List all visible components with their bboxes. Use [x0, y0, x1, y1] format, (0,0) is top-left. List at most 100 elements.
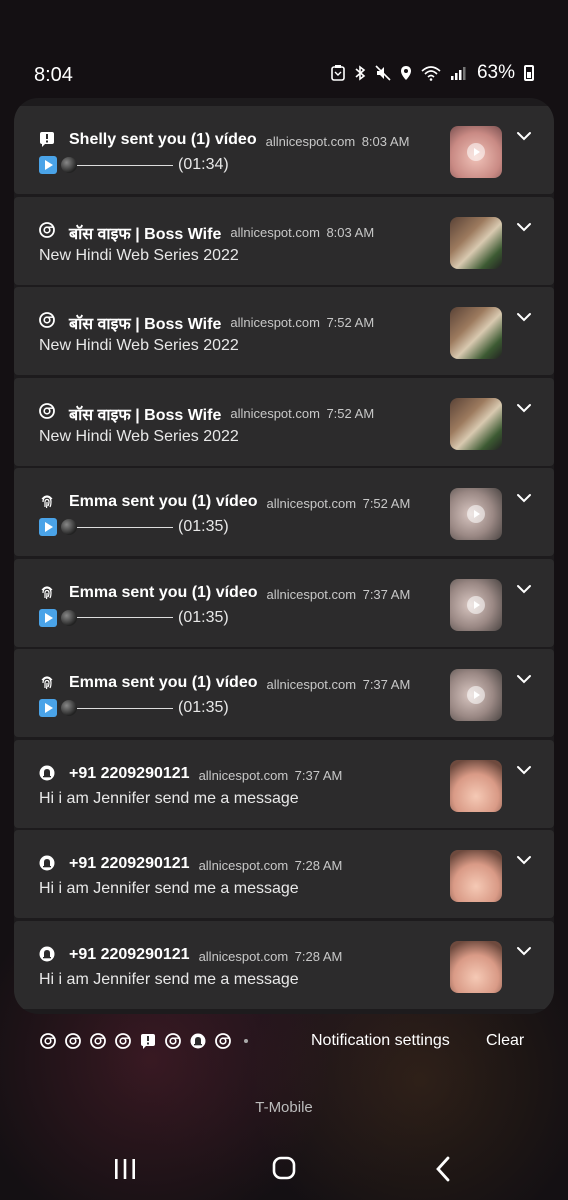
play-icon — [39, 699, 57, 717]
chevron-down-icon[interactable] — [514, 579, 534, 599]
chevron-down-icon[interactable] — [514, 488, 534, 508]
clock: 8:04 — [34, 64, 73, 86]
notification-thumbnail[interactable] — [450, 126, 502, 178]
seek-track — [77, 164, 173, 166]
navigation-bar — [0, 1140, 568, 1200]
notification-card[interactable]: बॉस वाइफ | Boss Wife allnicespot.com 7:52… — [14, 287, 554, 375]
seek-knob-icon — [61, 700, 77, 716]
wifi-icon — [421, 66, 441, 81]
notification-time: 7:37 AM — [294, 767, 343, 783]
notification-meta: allnicespot.com 7:37 AM — [266, 677, 410, 692]
play-overlay-icon — [467, 505, 485, 523]
bell-icon — [190, 1033, 206, 1049]
seek-knob-icon — [61, 519, 77, 535]
notification-thumbnail[interactable] — [450, 850, 502, 902]
notification-card[interactable]: बॉस वाइफ | Boss Wife allnicespot.com 7:52… — [14, 377, 554, 466]
chrome-icon — [65, 1033, 81, 1049]
notification-meta: allnicespot.com 7:37 AM — [266, 587, 410, 602]
notification-thumbnail[interactable] — [450, 578, 502, 631]
notification-meta: allnicespot.com 7:52 AM — [230, 406, 374, 421]
notification-source: allnicespot.com — [198, 767, 289, 783]
notification-text: Hi i am Jennifer send me a message — [39, 789, 299, 807]
notification-text: Hi i am Jennifer send me a message — [39, 970, 299, 988]
notification-thumbnail[interactable] — [450, 669, 502, 721]
notification-title: बॉस वाइफ | Boss Wife — [69, 316, 222, 333]
notification-meta: allnicespot.com 8:03 AM — [266, 134, 410, 149]
notification-time: 8:03 AM — [361, 134, 410, 149]
notification-source: allnicespot.com — [266, 496, 357, 511]
chevron-down-icon[interactable] — [514, 126, 534, 146]
notification-card[interactable]: +91 2209290121 allnicespot.com 7:28 AM Hi … — [14, 920, 554, 1009]
play-icon — [39, 518, 57, 536]
signal-icon — [450, 67, 466, 80]
notification-source: allnicespot.com — [198, 858, 289, 873]
back-button[interactable] — [434, 1156, 452, 1182]
chrome-icon — [39, 402, 55, 419]
play-icon — [39, 156, 57, 174]
notification-time: 7:28 AM — [294, 858, 343, 873]
notification-thumbnail[interactable] — [450, 759, 502, 812]
seek-track — [77, 707, 173, 709]
chrome-icon — [115, 1033, 131, 1049]
video-duration: (01:35) — [178, 608, 229, 626]
mute-icon — [375, 65, 391, 81]
notification-meta: allnicespot.com 7:28 AM — [199, 949, 343, 964]
video-duration: (01:35) — [178, 518, 229, 535]
notification-body: Hi i am Jennifer send me a message — [39, 971, 299, 989]
chevron-down-icon[interactable] — [514, 398, 534, 418]
notification-card[interactable]: Emma sent you (1) vídeo allnicespot.com 7… — [14, 468, 554, 556]
chevron-down-icon[interactable] — [514, 669, 534, 689]
notification-source: allnicespot.com — [266, 586, 357, 602]
notification-time: 7:52 AM — [362, 496, 411, 511]
fingerprint-icon — [39, 674, 55, 690]
notification-settings-button[interactable]: Notification settings — [311, 1032, 450, 1050]
notification-body: New Hindi Web Series 2022 — [39, 428, 239, 446]
video-duration: (01:34) — [178, 156, 229, 173]
notification-card[interactable]: +91 2209290121 allnicespot.com 7:28 AM Hi … — [14, 830, 554, 918]
notification-body: Hi i am Jennifer send me a message — [39, 790, 299, 808]
battery-percent: 63% — [476, 62, 515, 83]
notification-card[interactable]: Emma sent you (1) vídeo allnicespot.com 7… — [14, 649, 554, 737]
notification-source: allnicespot.com — [198, 948, 289, 964]
notification-thumbnail[interactable] — [450, 307, 502, 359]
chevron-down-icon[interactable] — [514, 760, 534, 780]
notification-title: +91 2209290121 — [69, 945, 190, 963]
home-button[interactable] — [272, 1156, 296, 1180]
notification-text: New Hindi Web Series 2022 — [39, 427, 239, 445]
notification-thumbnail[interactable] — [450, 216, 502, 269]
notification-source: allnicespot.com — [230, 315, 320, 330]
seek-knob-icon — [61, 609, 77, 626]
nfc-icon — [331, 65, 345, 81]
collapsed-app-icons[interactable] — [40, 1033, 248, 1049]
notification-card[interactable]: बॉस वाइफ | Boss Wife allnicespot.com 8:03… — [14, 196, 554, 285]
play-overlay-icon — [467, 686, 485, 704]
recents-button[interactable] — [113, 1158, 137, 1180]
chevron-down-icon[interactable] — [514, 307, 534, 327]
notification-card[interactable]: +91 2209290121 allnicespot.com 7:37 AM Hi … — [14, 739, 554, 828]
notification-card[interactable]: Emma sent you (1) vídeo allnicespot.com 7… — [14, 558, 554, 647]
notification-thumbnail[interactable] — [450, 397, 502, 450]
notification-card[interactable]: Shelly sent you (1) vídeo allnicespot.com… — [14, 106, 554, 194]
bluetooth-icon — [355, 65, 366, 81]
status-icons: 63% — [331, 62, 534, 84]
notification-source: allnicespot.com — [265, 134, 356, 149]
chrome-icon — [90, 1033, 106, 1049]
clear-button[interactable]: Clear — [486, 1032, 524, 1050]
notification-time: 7:28 AM — [294, 948, 343, 964]
bell-icon — [39, 855, 55, 871]
notification-time: 7:52 AM — [326, 315, 375, 330]
notification-text: New Hindi Web Series 2022 — [39, 337, 239, 354]
chevron-down-icon[interactable] — [514, 941, 534, 961]
notification-thumbnail[interactable] — [450, 940, 502, 993]
notification-meta: allnicespot.com 7:52 AM — [266, 496, 410, 511]
notification-body: (01:35) — [39, 518, 229, 536]
notification-panel: Shelly sent you (1) vídeo allnicespot.com… — [14, 98, 554, 1014]
notification-thumbnail[interactable] — [450, 488, 502, 540]
alert-icon — [140, 1033, 156, 1049]
notification-time: 7:52 AM — [326, 405, 375, 421]
notification-source: allnicespot.com — [230, 405, 320, 421]
chevron-down-icon[interactable] — [514, 850, 534, 870]
notification-meta: allnicespot.com 7:28 AM — [199, 858, 343, 873]
fingerprint-icon — [39, 493, 55, 509]
chevron-down-icon[interactable] — [514, 217, 534, 237]
